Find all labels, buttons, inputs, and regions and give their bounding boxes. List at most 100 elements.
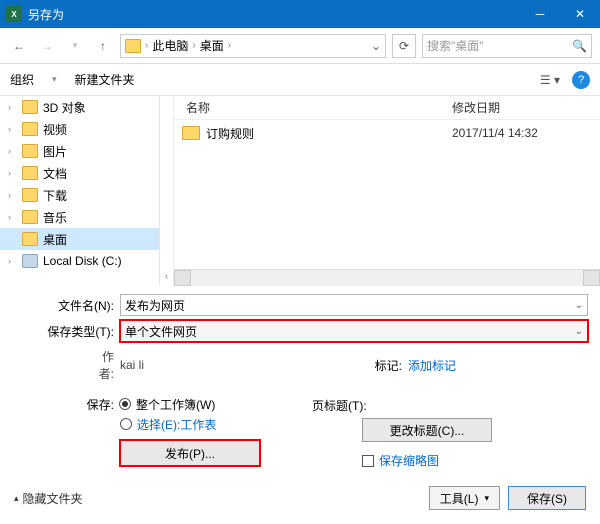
chevron-down-icon[interactable]: ⌄ (371, 39, 381, 53)
tree-item-local-disk-c[interactable]: › Local Disk (C:) (0, 250, 159, 272)
breadcrumb-item[interactable]: 此电脑 (152, 37, 188, 54)
view-mode-button[interactable]: ☰ ▾ (540, 73, 560, 87)
folder-icon (22, 100, 38, 114)
radio-selection-label: 选择(E):工作表 (137, 416, 216, 433)
up-button[interactable]: ↑ (92, 35, 114, 57)
tags-label: 标记: (358, 357, 408, 374)
breadcrumb-item[interactable]: 桌面 (200, 37, 224, 54)
author-label: 作者: (12, 348, 120, 382)
tree-label: Local Disk (C:) (43, 254, 122, 268)
change-title-label: 更改标题(C)... (390, 422, 465, 439)
tools-dropdown[interactable]: 工具(L) ▾ (429, 486, 500, 510)
save-scope-label: 保存: (82, 396, 114, 413)
expand-icon: › (8, 168, 11, 178)
search-icon: 🔍 (572, 39, 587, 53)
folder-icon (22, 122, 38, 136)
organize-button[interactable]: 组织 (10, 71, 34, 88)
tree-item-video[interactable]: › 视频 (0, 118, 159, 140)
breadcrumb[interactable]: › 此电脑 › 桌面 › ⌄ (120, 34, 386, 58)
radio-whole-workbook[interactable] (119, 398, 131, 410)
toolbar: 组织 ▾ 新建文件夹 ☰ ▾ ? (0, 64, 600, 96)
folder-icon (22, 210, 38, 224)
author-value[interactable]: kai li (120, 358, 144, 372)
filename-label: 文件名(N): (12, 297, 120, 314)
scroll-left-button[interactable] (174, 270, 191, 286)
expand-icon: › (8, 102, 11, 112)
tree-item-pictures[interactable]: › 图片 (0, 140, 159, 162)
radio-selection[interactable] (120, 418, 132, 430)
folder-icon (22, 232, 38, 246)
filetype-dropdown[interactable]: 单个文件网页 ⌄ (120, 320, 588, 342)
tree-label: 文档 (43, 165, 67, 182)
disk-icon (22, 254, 38, 268)
chevron-up-icon: ▴ (14, 493, 19, 504)
publish-button[interactable]: 发布(P)... (120, 440, 260, 466)
excel-icon: X (6, 6, 22, 22)
window-title: 另存为 (28, 6, 520, 23)
save-button-label: 保存(S) (527, 490, 567, 507)
col-date[interactable]: 修改日期 (452, 99, 592, 116)
recent-dropdown[interactable]: ▾ (64, 35, 86, 57)
collapse-tree-button[interactable]: ‹ (160, 96, 174, 286)
file-date: 2017/11/4 14:32 (452, 126, 592, 140)
forward-button[interactable]: → (36, 35, 58, 57)
expand-icon: › (8, 212, 11, 222)
back-button[interactable]: ← (8, 35, 30, 57)
filetype-label: 保存类型(T): (12, 323, 120, 340)
tags-input[interactable]: 添加标记 (408, 357, 588, 374)
tree-item-documents[interactable]: › 文档 (0, 162, 159, 184)
help-button[interactable]: ? (572, 71, 590, 89)
minimize-button[interactable]: ─ (520, 0, 560, 28)
save-thumbnail-label: 保存缩略图 (379, 452, 439, 469)
chevron-right-icon: › (228, 40, 231, 51)
tree-label: 视频 (43, 121, 67, 138)
folder-tree: › 3D 对象 › 视频 › 图片 › 文档 › 下载 ›音乐 桌面 › Local Dis… (0, 96, 160, 286)
page-title-label: 页标题(T): (312, 397, 382, 414)
col-name[interactable]: 名称 (182, 99, 452, 116)
titlebar: X 另存为 ─ ✕ (0, 0, 600, 28)
footer: ▴ 隐藏文件夹 工具(L) ▾ 保存(S) (0, 482, 600, 514)
chevron-right-icon: › (145, 40, 148, 51)
chevron-down-icon[interactable]: ⌄ (575, 326, 583, 337)
folder-icon (182, 126, 200, 140)
scroll-right-button[interactable] (583, 270, 600, 286)
tree-item-music[interactable]: ›音乐 (0, 206, 159, 228)
table-row[interactable]: 订购规则 2017/11/4 14:32 (174, 120, 600, 146)
tree-label: 桌面 (43, 231, 67, 248)
expand-icon: › (8, 190, 11, 200)
nav-bar: ← → ▾ ↑ › 此电脑 › 桌面 › ⌄ ⟳ 搜索"桌面" 🔍 (0, 28, 600, 64)
filename-input[interactable]: 发布为网页 ⌄ (120, 294, 588, 316)
chevron-down-icon[interactable]: ⌄ (575, 300, 583, 311)
save-button[interactable]: 保存(S) (508, 486, 586, 510)
file-list: 名称 修改日期 订购规则 2017/11/4 14:32 (174, 96, 600, 286)
pc-icon (125, 39, 141, 53)
tree-label: 图片 (43, 143, 67, 160)
refresh-button[interactable]: ⟳ (392, 34, 416, 58)
tree-label: 下载 (43, 187, 67, 204)
file-name: 订购规则 (206, 125, 452, 142)
tree-item-desktop[interactable]: 桌面 (0, 228, 159, 250)
hide-folders-label: 隐藏文件夹 (23, 490, 83, 507)
close-button[interactable]: ✕ (560, 0, 600, 28)
hide-folders-toggle[interactable]: ▴ 隐藏文件夹 (14, 490, 83, 507)
filetype-value: 单个文件网页 (125, 323, 197, 340)
save-thumbnail-checkbox[interactable] (362, 455, 374, 467)
browse-area: › 3D 对象 › 视频 › 图片 › 文档 › 下载 ›音乐 桌面 › Local Dis… (0, 96, 600, 286)
tree-item-downloads[interactable]: › 下载 (0, 184, 159, 206)
scroll-track[interactable] (191, 270, 583, 286)
horizontal-scrollbar[interactable] (174, 269, 600, 286)
change-title-button[interactable]: 更改标题(C)... (362, 418, 492, 442)
expand-icon: › (8, 124, 11, 134)
folder-icon (22, 144, 38, 158)
tree-item-3d[interactable]: › 3D 对象 (0, 96, 159, 118)
chevron-down-icon: ▾ (52, 74, 57, 85)
search-placeholder: 搜索"桌面" (427, 37, 484, 54)
search-input[interactable]: 搜索"桌面" 🔍 (422, 34, 592, 58)
tree-label: 3D 对象 (43, 99, 86, 116)
chevron-right-icon: › (192, 40, 195, 51)
folder-icon (22, 166, 38, 180)
expand-icon: › (8, 146, 11, 156)
filename-value: 发布为网页 (125, 297, 185, 314)
new-folder-button[interactable]: 新建文件夹 (75, 71, 135, 88)
expand-icon: › (8, 256, 11, 266)
